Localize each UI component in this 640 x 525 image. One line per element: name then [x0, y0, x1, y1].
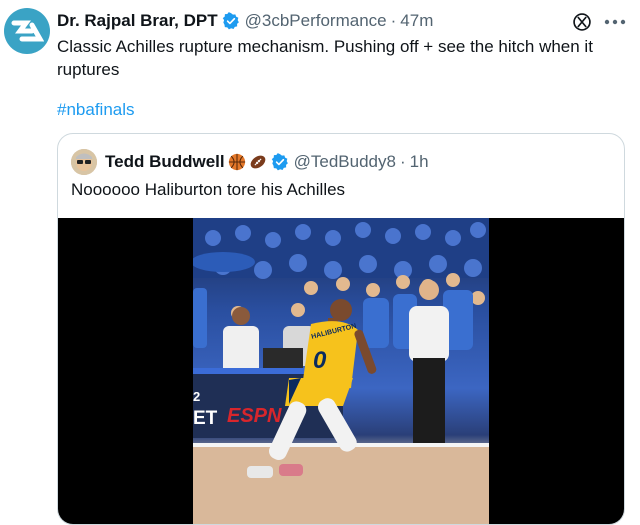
more-icon[interactable] — [604, 18, 626, 26]
quoted-tweet[interactable]: Tedd Buddwell @TedBuddy8 · 1h Noooooo Ha… — [57, 133, 625, 525]
scoreboard-bottom-text: ET — [193, 408, 218, 429]
x-logo-icon[interactable] — [572, 12, 592, 32]
video-player[interactable]: 2 ET ESPN 0 HALIBURTON — [58, 218, 624, 524]
quote-separator-dot: · — [399, 152, 406, 171]
quote-avatar-image — [71, 149, 97, 175]
jersey-number: 0 — [313, 347, 327, 374]
scoreboard-left-text: 2 — [193, 389, 200, 404]
quote-avatar[interactable] — [71, 149, 97, 175]
tweet-header: Dr. Rajpal Brar, DPT @3cbPerformance · 4… — [57, 10, 590, 32]
author-name[interactable]: Dr. Rajpal Brar, DPT — [57, 11, 218, 31]
tweet-time[interactable]: 47m — [400, 11, 433, 31]
verified-icon — [222, 12, 239, 30]
author-avatar[interactable] — [4, 8, 50, 54]
basketball-emoji-icon — [228, 153, 245, 171]
quote-author-handle[interactable]: @TedBuddy8 — [294, 152, 396, 172]
brand-logo-icon — [11, 20, 44, 42]
video-frame: 2 ET ESPN 0 HALIBURTON — [193, 218, 489, 524]
quote-author-name[interactable]: Tedd Buddwell — [105, 152, 225, 172]
quote-verified-icon — [271, 153, 288, 171]
tweet-text: Classic Achilles rupture mechanism. Push… — [57, 37, 593, 79]
quote-text: Noooooo Haliburton tore his Achilles — [71, 180, 346, 199]
hashtag-link[interactable]: #nbafinals — [57, 100, 135, 120]
author-handle[interactable]: @3cbPerformance — [245, 11, 387, 31]
quote-header: Tedd Buddwell @TedBuddy8 · 1h — [71, 149, 429, 175]
espn-logo: ESPN — [227, 405, 282, 427]
tweet-actions-top — [572, 12, 626, 32]
separator-dot: · — [390, 11, 397, 30]
video-still: 2 ET ESPN 0 HALIBURTON — [193, 218, 489, 524]
football-emoji-icon — [250, 155, 265, 169]
quote-time[interactable]: 1h — [410, 152, 429, 172]
